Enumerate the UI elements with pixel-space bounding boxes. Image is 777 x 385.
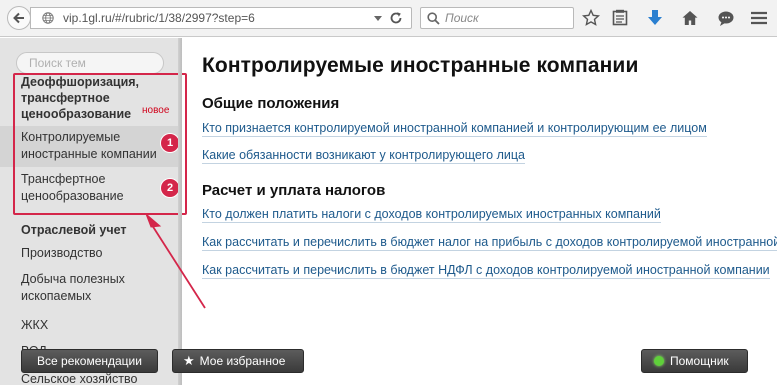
browser-search-input[interactable]: [445, 11, 555, 25]
all-recommendations-label: Все рекомендации: [37, 354, 142, 368]
my-favorites-button[interactable]: ★ Мое избранное: [172, 349, 304, 373]
download-icon[interactable]: [645, 8, 665, 28]
menu-icon[interactable]: [749, 8, 769, 28]
topic-search-input[interactable]: [29, 56, 159, 70]
page-title: Контролируемые иностранные компании: [202, 54, 639, 77]
sidebar-item-label: Трансфертное ценообразование: [21, 172, 124, 203]
bookmark-star-icon[interactable]: [581, 8, 601, 28]
link-profit-tax[interactable]: Как рассчитать и перечислить в бюджет на…: [202, 235, 777, 251]
browser-toolbar: vip.1gl.ru/#/rubric/1/38/2997?step=6: [0, 0, 777, 37]
back-arrow-icon: [13, 12, 24, 24]
browser-search-bar[interactable]: [420, 7, 574, 29]
section-heading-general: Общие положения: [202, 95, 340, 112]
reload-icon[interactable]: [389, 11, 403, 25]
sidebar-item-agriculture[interactable]: Сельское хозяйство: [21, 371, 137, 385]
star-icon: ★: [183, 353, 195, 368]
new-badge: новое: [142, 105, 170, 116]
reading-list-icon[interactable]: [610, 8, 630, 28]
section-heading-taxes: Расчет и уплата налогов: [202, 182, 386, 199]
assistant-label: Помощник: [670, 354, 729, 368]
back-button[interactable]: [7, 6, 31, 30]
link-controller-obligations[interactable]: Какие обязанности возникают у контролиру…: [202, 148, 525, 164]
page: vip.1gl.ru/#/rubric/1/38/2997?step=6 Пои…: [0, 0, 777, 385]
home-icon[interactable]: [680, 8, 700, 28]
url-bar[interactable]: vip.1gl.ru/#/rubric/1/38/2997?step=6: [30, 7, 412, 29]
sidebar-item-production[interactable]: Производство: [21, 245, 103, 262]
chat-icon[interactable]: [716, 8, 736, 28]
step-marker-2: 2: [161, 179, 179, 197]
section-heading-industry-accounting: Отраслевой учет: [21, 223, 127, 237]
sidebar-item-controlled-foreign-companies[interactable]: Контролируемые иностранные компании: [0, 126, 178, 167]
step-marker-1: 1: [161, 134, 179, 152]
my-favorites-label: Мое избранное: [199, 354, 286, 368]
globe-icon: [42, 12, 54, 24]
topic-search-field[interactable]: [16, 52, 164, 74]
sidebar-item-label: Контролируемые иностранные компании: [21, 130, 157, 161]
status-indicator-icon: [654, 356, 664, 366]
sidebar-item-transfer-pricing[interactable]: Трансфертное ценообразование: [0, 171, 178, 205]
link-who-is-cfc[interactable]: Кто признается контролируемой иностранно…: [202, 121, 707, 137]
all-recommendations-button[interactable]: Все рекомендации: [21, 349, 158, 373]
link-personal-income-tax[interactable]: Как рассчитать и перечислить в бюджет НД…: [202, 263, 770, 279]
sidebar-item-mining[interactable]: Добыча полезных ископаемых: [21, 271, 161, 305]
search-icon: [427, 12, 440, 25]
dropdown-icon[interactable]: [374, 16, 382, 22]
sidebar-item-housing-utilities[interactable]: ЖКХ: [21, 317, 48, 334]
sidebar: Деоффшоризация, трансфертное ценообразов…: [0, 38, 187, 385]
url-text: vip.1gl.ru/#/rubric/1/38/2997?step=6: [63, 11, 255, 25]
link-who-pays-taxes[interactable]: Кто должен платить налоги с доходов конт…: [202, 207, 661, 223]
assistant-button[interactable]: Помощник: [641, 349, 748, 373]
